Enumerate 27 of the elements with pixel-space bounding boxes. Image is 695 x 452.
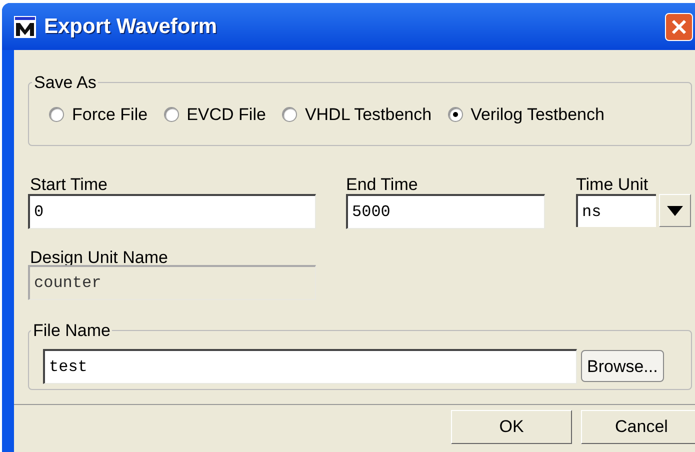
radio-button[interactable]	[448, 106, 463, 122]
group-label: Save As	[33, 72, 98, 94]
caret-icon	[667, 206, 683, 216]
radio-button[interactable]	[49, 106, 64, 122]
field-label: End Time	[346, 174, 419, 193]
radio-button[interactable]	[164, 106, 179, 122]
window-title: Export Waveform	[44, 14, 218, 40]
field-label: Start Time	[30, 174, 108, 193]
close-button[interactable]	[665, 12, 693, 40]
radio-option[interactable]: EVCD File	[164, 102, 266, 127]
start-time-field[interactable]: 0	[28, 194, 316, 229]
group-label: File Name	[32, 320, 112, 342]
field-label: Time Unit	[576, 174, 650, 193]
dialog-button[interactable]: OK	[451, 410, 572, 444]
time-unit-dropdown[interactable]: ns	[576, 194, 656, 227]
field-label: Design Unit Name	[30, 247, 169, 266]
app-logo-icon	[14, 16, 36, 38]
radio-button[interactable]	[282, 106, 297, 122]
file-name-field[interactable]: test	[43, 348, 577, 384]
radio-option[interactable]: Force File	[49, 102, 148, 127]
dialog-button[interactable]: Cancel	[581, 410, 695, 444]
radio-option[interactable]: Verilog Testbench	[448, 102, 604, 127]
close-icon	[671, 18, 687, 34]
radio-option[interactable]: VHDL Testbench	[282, 102, 432, 127]
dropdown-button[interactable]	[659, 194, 691, 227]
end-time-field[interactable]: 5000	[346, 194, 545, 229]
browse-button[interactable]: Browse...	[581, 350, 664, 382]
